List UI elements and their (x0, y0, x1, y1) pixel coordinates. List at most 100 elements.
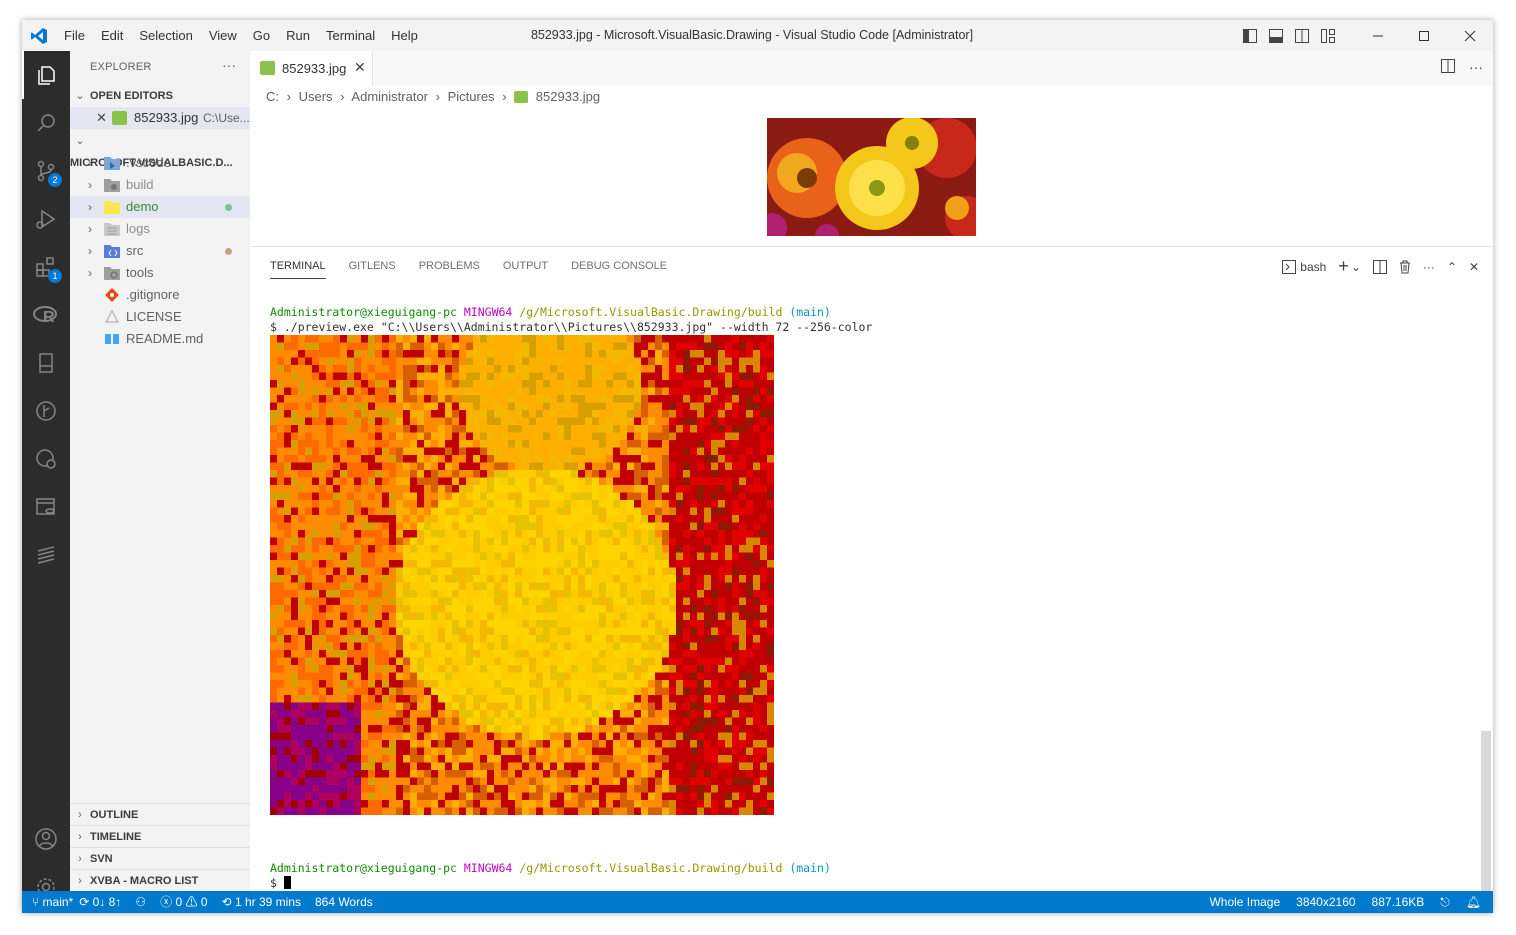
svn-section[interactable]: › SVN (70, 847, 250, 870)
tab-output[interactable]: OUTPUT (503, 257, 548, 279)
more-actions-icon[interactable]: ··· (1469, 59, 1483, 75)
menu-run[interactable]: Run (278, 20, 318, 51)
word-count[interactable]: 864 Words (315, 891, 373, 913)
tree-item-tools[interactable]: › tools (70, 262, 250, 284)
minimize-button[interactable] (1355, 20, 1401, 51)
pixel-cell (340, 612, 348, 621)
book-icon[interactable] (22, 339, 70, 387)
customize-layout-icon[interactable] (1315, 20, 1341, 51)
pixel-cell (515, 380, 523, 388)
search-icon[interactable] (22, 99, 70, 147)
image-dimensions[interactable]: 3840x2160 (1296, 891, 1355, 913)
menu-go[interactable]: Go (245, 20, 278, 51)
gitlens-icon[interactable] (22, 387, 70, 435)
problems-item[interactable]: ⓧ 0 ⚠ 0 (160, 891, 207, 913)
flower-photo[interactable] (767, 118, 976, 236)
account-icon[interactable] (22, 815, 70, 863)
new-terminal-icon[interactable]: + (1338, 256, 1349, 277)
breadcrumb-administrator[interactable]: Administrator (351, 89, 428, 104)
toggle-secondary-sidebar-icon[interactable] (1289, 20, 1315, 51)
maximize-panel-icon[interactable]: ⌃ (1447, 260, 1457, 274)
tab-debug-console[interactable]: DEBUG CONSOLE (571, 257, 667, 279)
close-editor-icon[interactable]: ✕ (96, 107, 107, 129)
notifications-icon[interactable]: 🔔︎ (1466, 891, 1481, 913)
menu-view[interactable]: View (201, 20, 245, 51)
menu-file[interactable]: File (56, 20, 93, 51)
tree-item-license[interactable]: LICENSE (70, 306, 250, 328)
open-editors-section[interactable]: ⌄ OPEN EDITORS (70, 85, 250, 107)
vscode-logo-icon[interactable] (30, 27, 48, 45)
extensions-icon[interactable]: 1 (22, 243, 70, 291)
tab-terminal[interactable]: TERMINAL (270, 257, 326, 279)
pixel-cell (403, 545, 411, 553)
pixel-cell (543, 605, 551, 613)
terminal-prompt[interactable]: Administrator@xieguigang-pc MINGW64 /g/M… (270, 861, 831, 891)
image-mode[interactable]: Whole Image (1209, 891, 1280, 913)
pixel-cell (669, 342, 677, 351)
toggle-panel-icon[interactable] (1263, 20, 1289, 51)
feedback-icon[interactable]: ⎋ (1440, 891, 1450, 913)
tree-item-src[interactable]: › src (70, 240, 250, 262)
trash-icon[interactable] (1399, 260, 1411, 274)
pixel-cell (452, 425, 460, 433)
more-actions-icon[interactable]: ··· (222, 57, 236, 73)
breadcrumb-file[interactable]: 852933.jpg (536, 89, 600, 104)
sync-item[interactable]: ⟳ 0↓ 8↑ (79, 891, 121, 913)
menu-edit[interactable]: Edit (93, 20, 131, 51)
tab-852933-jpg[interactable]: 852933.jpg ✕ (250, 51, 373, 86)
image-filesize[interactable]: 887.16KB (1372, 891, 1425, 913)
xvba-section[interactable]: › XVBA - MACRO LIST (70, 869, 250, 892)
tree-item-demo[interactable]: › demo (70, 196, 250, 218)
pixel-cell (711, 650, 719, 658)
menu-help[interactable]: Help (383, 20, 426, 51)
tree-item-vscode[interactable]: › .vscode (70, 152, 250, 174)
tree-item-gitignore[interactable]: .gitignore (70, 284, 250, 306)
pixel-cell (417, 560, 425, 568)
tab-gitlens[interactable]: GITLENS (349, 257, 396, 279)
svn-icon[interactable] (22, 531, 70, 579)
branch-item[interactable]: ⑂ main* (32, 891, 73, 913)
split-editor-icon[interactable] (1441, 59, 1455, 73)
pixel-cell (529, 440, 537, 448)
shell-name[interactable]: bash (1300, 260, 1326, 274)
pixel-cell (487, 635, 495, 643)
pixel-cell (417, 710, 425, 718)
breadcrumb-drive[interactable]: C: (266, 89, 279, 104)
pixel-cell (473, 785, 481, 793)
toggle-sidebar-icon[interactable] (1237, 20, 1263, 51)
close-tab-icon[interactable]: ✕ (354, 59, 366, 76)
chevron-down-icon[interactable]: ⌄ (1351, 260, 1361, 274)
close-panel-icon[interactable]: ✕ (1469, 260, 1479, 274)
tree-item-logs[interactable]: › logs (70, 218, 250, 240)
timeline-section[interactable]: › TIMELINE (70, 825, 250, 848)
split-terminal-icon[interactable] (1372, 259, 1387, 274)
tab-problems[interactable]: PROBLEMS (419, 257, 480, 279)
breadcrumb-pictures[interactable]: Pictures (448, 89, 495, 104)
outline-section[interactable]: › OUTLINE (70, 803, 250, 826)
tree-item-build[interactable]: › build (70, 174, 250, 196)
pixel-cell (676, 582, 684, 591)
close-button[interactable] (1447, 20, 1493, 51)
live-share-icon[interactable]: ⚇ (135, 891, 146, 913)
pixel-cell (613, 567, 621, 576)
more-actions-icon[interactable]: ··· (1423, 260, 1435, 274)
time-item[interactable]: ⟲ 1 hr 39 mins (222, 891, 301, 913)
source-control-icon[interactable]: 2 (22, 147, 70, 195)
menu-terminal[interactable]: Terminal (318, 20, 383, 51)
open-editor-item[interactable]: ✕ 852933.jpg C:\Use... (70, 107, 250, 129)
r-icon[interactable]: R (22, 291, 70, 339)
explorer-icon[interactable] (22, 51, 72, 99)
git-history-icon[interactable] (22, 435, 70, 483)
breadcrumb-users[interactable]: Users (299, 89, 333, 104)
pixel-cell (697, 740, 705, 748)
tree-item-readme[interactable]: README.md (70, 328, 250, 350)
maximize-button[interactable] (1401, 20, 1447, 51)
menu-selection[interactable]: Selection (131, 20, 200, 51)
pixel-cell (508, 620, 516, 628)
terminal-scrollbar[interactable] (1481, 731, 1491, 891)
project-section[interactable]: ⌄MICROSOFT.VISUALBASIC.D... (70, 130, 250, 169)
terminal-output[interactable]: Administrator@xieguigang-pc MINGW64 /g/M… (270, 305, 872, 335)
run-debug-icon[interactable] (22, 195, 70, 243)
database-icon[interactable] (22, 483, 70, 531)
pixel-cell (571, 582, 579, 591)
